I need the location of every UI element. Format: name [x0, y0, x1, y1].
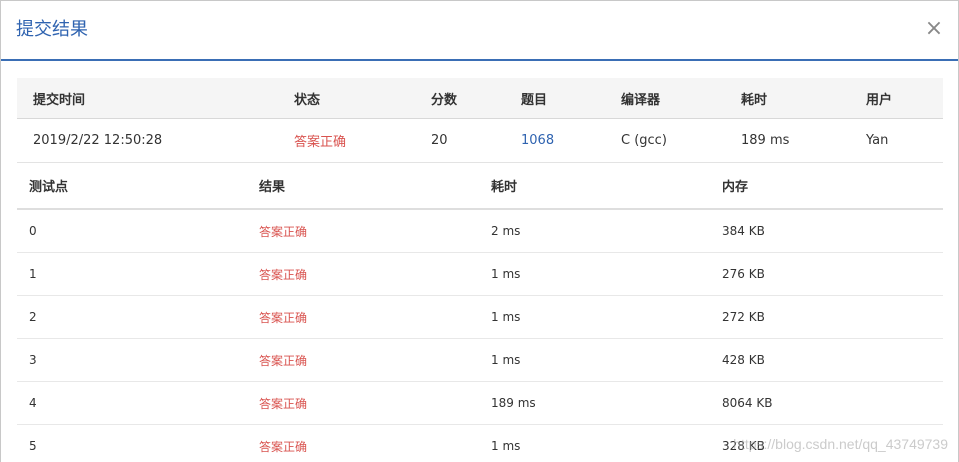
table-row: 2 答案正确 1 ms 272 KB — [17, 296, 943, 339]
header-case-id: 测试点 — [29, 180, 69, 195]
submit-time: 2019/2/22 12:50:28 — [33, 133, 163, 148]
elapsed-time: 189 ms — [741, 133, 790, 148]
case-id: 0 — [29, 224, 37, 238]
case-result: 答案正确 — [259, 224, 308, 239]
cases-header-row: 测试点 结果 耗时 内存 — [17, 163, 943, 210]
header-problem: 题目 — [521, 92, 548, 108]
case-memory: 428 KB — [722, 353, 765, 367]
case-id: 3 — [29, 353, 37, 367]
case-time: 1 ms — [491, 353, 521, 367]
case-id: 2 — [29, 310, 37, 324]
case-result: 答案正确 — [259, 353, 308, 368]
case-time: 1 ms — [491, 310, 521, 324]
header-user: 用户 — [866, 92, 893, 108]
summary-table: 提交时间 状态 分数 题目 编译器 耗时 用户 2019/2/22 12:50:… — [17, 78, 943, 163]
case-result: 答案正确 — [259, 396, 308, 411]
case-time: 1 ms — [491, 439, 521, 453]
problem-link[interactable]: 1068 — [521, 119, 554, 162]
modal-title: 提交结果 — [16, 19, 88, 40]
case-memory: 384 KB — [722, 224, 765, 238]
test-cases-table: 测试点 结果 耗时 内存 0 答案正确 2 ms 384 KB 1 答案正确 1… — [17, 163, 943, 462]
case-time: 1 ms — [491, 267, 521, 281]
case-memory: 8064 KB — [722, 396, 773, 410]
case-memory: 276 KB — [722, 267, 765, 281]
case-id: 1 — [29, 267, 37, 281]
summary-row: 2019/2/22 12:50:28 答案正确 20 1068 C (gcc) … — [17, 119, 943, 163]
case-id: 4 — [29, 396, 37, 410]
table-row: 1 答案正确 1 ms 276 KB — [17, 253, 943, 296]
compiler: C (gcc) — [621, 133, 667, 148]
case-time: 189 ms — [491, 396, 536, 410]
header-case-result: 结果 — [259, 180, 286, 195]
header-score: 分数 — [431, 92, 458, 108]
case-result: 答案正确 — [259, 310, 308, 325]
header-case-time: 耗时 — [491, 180, 518, 195]
header-compiler: 编译器 — [621, 92, 661, 108]
case-id: 5 — [29, 439, 37, 453]
status-badge: 答案正确 — [294, 135, 347, 150]
submission-result-modal: 提交结果 × 提交时间 状态 分数 题目 编译器 耗时 用户 2019/2/22… — [0, 0, 959, 462]
summary-header-row: 提交时间 状态 分数 题目 编译器 耗时 用户 — [17, 78, 943, 119]
score: 20 — [431, 133, 448, 148]
user-name: Yan — [866, 133, 889, 148]
case-time: 2 ms — [491, 224, 521, 238]
modal-header: 提交结果 × — [1, 1, 958, 61]
header-submit-time: 提交时间 — [33, 92, 86, 108]
close-icon[interactable]: × — [924, 15, 944, 43]
header-status: 状态 — [294, 92, 321, 108]
table-row: 0 答案正确 2 ms 384 KB — [17, 210, 943, 253]
case-memory: 272 KB — [722, 310, 765, 324]
header-case-memory: 内存 — [722, 180, 749, 195]
case-result: 答案正确 — [259, 267, 308, 282]
case-result: 答案正确 — [259, 439, 308, 454]
table-row: 3 答案正确 1 ms 428 KB — [17, 339, 943, 382]
watermark-text: https://blog.csdn.net/qq_43749739 — [733, 436, 948, 452]
header-elapsed: 耗时 — [741, 92, 768, 108]
table-row: 4 答案正确 189 ms 8064 KB — [17, 382, 943, 425]
